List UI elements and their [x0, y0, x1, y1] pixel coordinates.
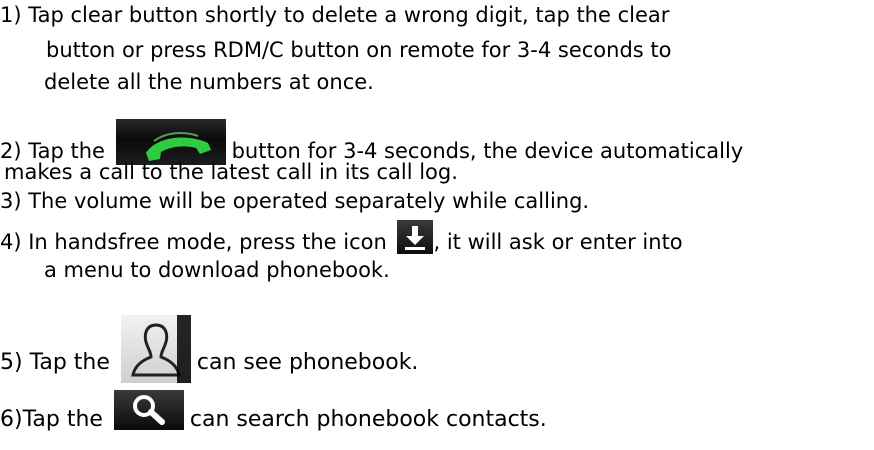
- download-icon: [397, 220, 434, 254]
- item-6-text-before: 6)Tap the: [0, 407, 110, 432]
- item-6-text-after: can search phonebook contacts.: [189, 407, 547, 432]
- item-5-text-before: 5) Tap the: [0, 350, 117, 375]
- item-4-line-1: 4) In handsfree mode, press the icon , i…: [0, 220, 683, 260]
- item-3-line-1: 3) The volume will be operated separatel…: [0, 187, 589, 215]
- item-2-line-2: makes a call to the latest call in its c…: [4, 158, 458, 186]
- item-1-line-3: delete all the numbers at once.: [44, 68, 374, 96]
- item-6-line-1: 6)Tap the can search phonebook contacts.: [0, 390, 547, 440]
- item-4-text-2: a menu to download phonebook.: [44, 258, 390, 282]
- item-4-text-after: , it will ask or enter into: [433, 230, 683, 254]
- item-5-line-1: 5) Tap the can see phonebook.: [0, 315, 419, 397]
- item-3-text-1: 3) The volume will be operated separatel…: [0, 189, 590, 213]
- item-1-text-3: delete all the numbers at once.: [44, 70, 374, 94]
- item-2-text-2: makes a call to the latest call in its c…: [4, 160, 458, 184]
- item-4-text-before: 4) In handsfree mode, press the icon: [0, 230, 394, 254]
- item-1-text-1: 1) Tap clear button shortly to delete a …: [0, 3, 670, 27]
- item-1-line-2: button or press RDM/C button on remote f…: [46, 36, 672, 64]
- contact-icon: [120, 315, 191, 383]
- item-4-line-2: a menu to download phonebook.: [44, 256, 390, 284]
- item-1-text-2: button or press RDM/C button on remote f…: [46, 38, 672, 62]
- search-icon: [113, 390, 184, 430]
- item-5-text-after: can see phonebook.: [196, 350, 419, 375]
- item-1-line-1: 1) Tap clear button shortly to delete a …: [0, 1, 669, 29]
